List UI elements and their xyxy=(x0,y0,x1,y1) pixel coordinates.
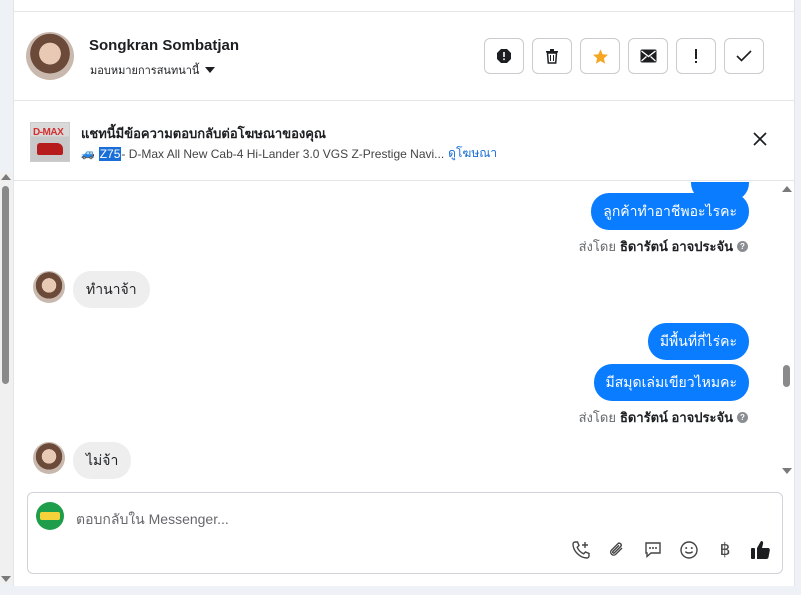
assign-conversation-dropdown[interactable]: มอบหมายการสนทนานี้ xyxy=(90,61,216,79)
scroll-thumb[interactable] xyxy=(2,186,9,384)
help-icon[interactable]: ? xyxy=(737,412,748,423)
ad-thumbnail-brand: D-MAX xyxy=(33,127,64,138)
star-button[interactable] xyxy=(580,38,620,74)
message-bubble-outgoing[interactable]: มีสมุดเล่มเขียวไหมคะ xyxy=(593,364,749,401)
header-actions xyxy=(484,38,764,74)
thumbs-up-icon xyxy=(751,541,770,559)
truck-icon: 🚙 xyxy=(81,148,95,160)
scroll-down-arrow-icon[interactable] xyxy=(1,576,11,582)
important-button[interactable] xyxy=(676,38,716,74)
saved-replies-button[interactable] xyxy=(642,539,664,561)
delete-button[interactable] xyxy=(532,38,572,74)
close-icon[interactable] xyxy=(752,131,768,147)
conversation-header: Songkran Sombatjan มอบหมายการสนทนานี้ xyxy=(14,12,794,101)
ad-description: - D-Max All New Cab-4 Hi-Lander 3.0 VGS … xyxy=(121,146,445,161)
report-button[interactable] xyxy=(484,38,524,74)
ad-reference-bar: D-MAX แชทนี้มีข้อความตอบกลับต่อโฆษณาของค… xyxy=(14,101,794,181)
contact-avatar[interactable] xyxy=(26,32,74,80)
sent-by-prefix: ส่งโดย xyxy=(578,410,616,425)
conversation-panel: Songkran Sombatjan มอบหมายการสนทนานี้ D-… xyxy=(13,0,795,586)
sent-by-name: ธิดารัตน์ อาจประจัน xyxy=(619,239,733,254)
ad-description-line: 🚙 Z75 - D-Max All New Cab-4 Hi-Lander 3.… xyxy=(81,144,497,163)
message-bubble-incoming[interactable]: ไม่จ้า xyxy=(73,442,132,479)
car-image xyxy=(37,143,63,155)
view-ad-link[interactable]: ดูโฆษณา xyxy=(448,144,497,163)
paperclip-icon xyxy=(610,542,623,556)
emoji-button[interactable] xyxy=(678,539,700,561)
reply-input[interactable]: ตอบกลับใน Messenger... xyxy=(76,509,229,531)
emoji-icon xyxy=(680,541,698,559)
trash-icon xyxy=(546,49,558,64)
contact-name[interactable]: Songkran Sombatjan xyxy=(89,37,239,54)
sent-by-name: ธิดารัตน์ อาจประจัน xyxy=(619,410,733,425)
contact-avatar-small xyxy=(33,271,65,303)
ad-thumbnail[interactable]: D-MAX xyxy=(30,122,70,162)
check-icon xyxy=(736,50,752,62)
scroll-up-arrow-icon[interactable] xyxy=(1,174,11,180)
attach-button[interactable] xyxy=(606,539,628,561)
help-icon[interactable]: ? xyxy=(737,241,748,252)
message-bubble-outgoing[interactable]: มีพื้นที่กี่ไร่คะ xyxy=(647,323,749,360)
scroll-up-arrow-icon[interactable] xyxy=(782,186,792,192)
message-bubble-incoming[interactable]: ทำนาจ้า xyxy=(73,271,150,308)
ad-title: แชทนี้มีข้อความตอบกลับต่อโฆษณาของคุณ xyxy=(81,126,326,141)
outer-scrollbar[interactable] xyxy=(0,172,12,584)
composer-tools: ฿ xyxy=(570,539,772,561)
star-icon xyxy=(592,48,608,64)
phone-add-icon xyxy=(572,541,590,559)
reply-composer[interactable]: ตอบกลับใน Messenger... ฿ xyxy=(27,492,783,574)
ad-code: Z75 xyxy=(98,146,122,161)
done-button[interactable] xyxy=(724,38,764,74)
like-button[interactable] xyxy=(750,539,772,561)
envelope-icon xyxy=(640,49,656,63)
message-bubble-outgoing[interactable]: ลูกค้าทำอาชีพอะไรคะ xyxy=(591,193,749,230)
scroll-down-arrow-icon[interactable] xyxy=(782,468,792,474)
baht-icon: ฿ xyxy=(719,540,731,559)
assign-label: มอบหมายการสนทนานี้ xyxy=(90,65,200,77)
mark-unread-button[interactable] xyxy=(628,38,668,74)
caret-down-icon xyxy=(205,67,216,73)
chat-bubble-icon xyxy=(645,542,661,559)
scroll-thumb[interactable] xyxy=(783,365,790,387)
exclamation-icon xyxy=(695,49,697,63)
page-avatar xyxy=(36,502,64,530)
sent-by-prefix: ส่งโดย xyxy=(578,239,616,254)
report-icon xyxy=(497,49,511,63)
message-scrollbar[interactable] xyxy=(782,182,792,478)
contact-avatar-small xyxy=(33,442,65,474)
phone-add-button[interactable] xyxy=(570,539,592,561)
payment-button[interactable]: ฿ xyxy=(714,539,736,561)
sent-by-info: ส่งโดย ธิดารัตน์ อาจประจัน ? xyxy=(579,236,748,257)
message-list[interactable]: ลูกค้าทำอาชีพอะไรคะ ส่งโดย ธิดารัตน์ อาจ… xyxy=(14,182,794,482)
sent-by-info: ส่งโดย ธิดารัตน์ อาจประจัน ? xyxy=(579,407,748,428)
